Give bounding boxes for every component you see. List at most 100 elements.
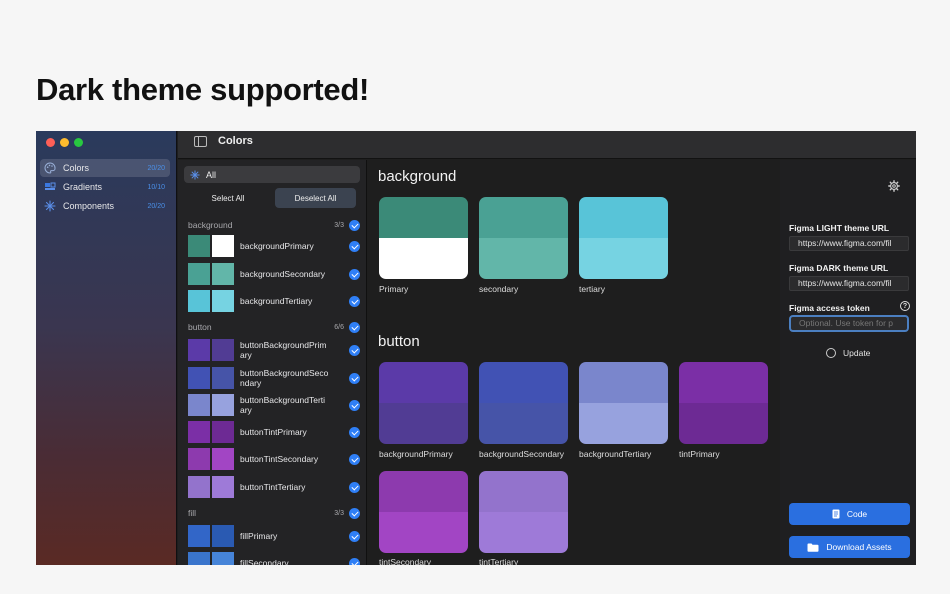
dark-url-field[interactable]: https://www.figma.com/fil xyxy=(789,276,909,291)
dark-swatch xyxy=(212,525,234,547)
checkmark-icon[interactable] xyxy=(349,321,360,333)
color-tile[interactable] xyxy=(579,362,668,444)
section-name: button xyxy=(188,322,212,332)
checkmark-icon[interactable] xyxy=(349,240,360,252)
dark-swatch xyxy=(212,367,234,389)
access-token-label: Figma access token xyxy=(789,303,870,313)
dark-swatch xyxy=(212,235,234,257)
tile-label: backgroundSecondary xyxy=(479,449,565,459)
gear-icon[interactable] xyxy=(888,180,900,192)
light-swatch xyxy=(188,525,210,547)
item-name: backgroundSecondary xyxy=(240,269,326,279)
list-item[interactable]: buttonBackgroundSecondary xyxy=(188,366,360,390)
list-item[interactable]: buttonBackgroundTertiary xyxy=(188,393,360,417)
checkmark-icon[interactable] xyxy=(349,399,360,411)
sidebar-item-label: Gradients xyxy=(63,182,103,192)
code-label: Code xyxy=(846,509,868,519)
tile-label: secondary xyxy=(479,284,519,294)
tile-label: backgroundTertiary xyxy=(579,449,652,459)
checkmark-icon[interactable] xyxy=(349,507,360,519)
section-count: 3/3 xyxy=(334,221,344,229)
palette-icon xyxy=(44,162,56,174)
color-tile[interactable] xyxy=(479,362,568,444)
light-swatch xyxy=(188,290,210,312)
refresh-icon xyxy=(826,348,836,358)
download-assets-button[interactable]: Download Assets xyxy=(789,536,910,558)
list-item[interactable]: backgroundPrimary xyxy=(188,234,360,258)
item-name: buttonTintTertiary xyxy=(240,482,306,492)
list-item[interactable]: backgroundSecondary xyxy=(188,262,360,286)
checkmark-icon[interactable] xyxy=(349,557,360,565)
item-name: backgroundTertiary xyxy=(240,296,313,306)
checkmark-icon[interactable] xyxy=(349,295,360,307)
update-label: Update xyxy=(843,348,871,358)
tile-label: Primary xyxy=(379,284,409,294)
tile-label: tintPrimary xyxy=(679,449,720,459)
section-header-button: button 6/6 xyxy=(188,320,360,334)
deselect-all-button[interactable]: Deselect All xyxy=(275,188,356,208)
light-swatch xyxy=(188,421,210,443)
code-button[interactable]: Code xyxy=(789,503,910,525)
list-item[interactable]: buttonTintSecondary xyxy=(188,447,360,471)
minimize-window-button[interactable] xyxy=(60,138,69,147)
sidebar-item-count: 10/10 xyxy=(147,183,165,191)
components-icon xyxy=(44,200,56,212)
color-list: All Select All Deselect All background 3… xyxy=(178,160,367,565)
list-item[interactable]: backgroundTertiary xyxy=(188,289,360,313)
item-name: backgroundPrimary xyxy=(240,241,314,251)
checkmark-icon[interactable] xyxy=(349,268,360,280)
checkmark-icon[interactable] xyxy=(349,426,360,438)
checkmark-icon[interactable] xyxy=(349,481,360,493)
tile-label: tintTertiary xyxy=(479,557,519,565)
item-name: fillPrimary xyxy=(240,531,278,541)
checkmark-icon[interactable] xyxy=(349,372,360,384)
all-filter-row[interactable]: All xyxy=(184,166,360,183)
light-swatch xyxy=(188,448,210,470)
dark-swatch xyxy=(212,263,234,285)
download-label: Download Assets xyxy=(826,542,892,552)
dark-swatch xyxy=(212,476,234,498)
help-icon[interactable]: ? xyxy=(900,301,910,311)
item-name: buttonBackgroundTertiary xyxy=(240,395,326,415)
item-name: buttonTintPrimary xyxy=(240,427,307,437)
update-button[interactable]: Update xyxy=(826,346,870,360)
sidebar-item-gradients[interactable]: Gradients 10/10 xyxy=(40,178,170,196)
group-title-background: background xyxy=(378,168,457,185)
tile-label: tertiary xyxy=(579,284,605,294)
close-window-button[interactable] xyxy=(46,138,55,147)
zoom-window-button[interactable] xyxy=(74,138,83,147)
sidebar: Colors 20/20 Gradients 10/10 Components … xyxy=(36,131,177,565)
light-url-label: Figma LIGHT theme URL xyxy=(789,223,890,233)
list-item[interactable]: buttonTintPrimary xyxy=(188,420,360,444)
checkmark-icon[interactable] xyxy=(349,453,360,465)
list-item[interactable]: fillSecondary xyxy=(188,551,360,565)
folder-icon xyxy=(807,543,819,552)
color-tile[interactable] xyxy=(679,362,768,444)
light-swatch xyxy=(188,394,210,416)
checkmark-icon[interactable] xyxy=(349,219,360,231)
light-swatch xyxy=(188,552,210,565)
color-tile[interactable] xyxy=(479,197,568,279)
dark-swatch xyxy=(212,448,234,470)
section-name: fill xyxy=(188,508,197,518)
sidebar-item-components[interactable]: Components 20/20 xyxy=(40,197,170,215)
sidebar-item-colors[interactable]: Colors 20/20 xyxy=(40,159,170,177)
window-title: Colors xyxy=(218,135,253,147)
color-tile[interactable] xyxy=(379,471,468,553)
sidebar-toggle-icon[interactable] xyxy=(194,136,207,147)
list-item[interactable]: buttonBackgroundPrimary xyxy=(188,338,360,362)
color-tile[interactable] xyxy=(579,197,668,279)
access-token-field[interactable]: Optional. Use token for p xyxy=(789,315,909,332)
light-url-field[interactable]: https://www.figma.com/fil xyxy=(789,236,909,251)
light-swatch xyxy=(188,235,210,257)
list-item[interactable]: fillPrimary xyxy=(188,524,360,548)
light-swatch xyxy=(188,263,210,285)
color-tile[interactable] xyxy=(479,471,568,553)
checkmark-icon[interactable] xyxy=(349,530,360,542)
settings-panel: Figma LIGHT theme URL https://www.figma.… xyxy=(780,160,916,565)
color-tile[interactable] xyxy=(379,197,468,279)
checkmark-icon[interactable] xyxy=(349,344,360,356)
list-item[interactable]: buttonTintTertiary xyxy=(188,475,360,499)
select-all-button[interactable]: Select All xyxy=(184,188,272,208)
color-tile[interactable] xyxy=(379,362,468,444)
